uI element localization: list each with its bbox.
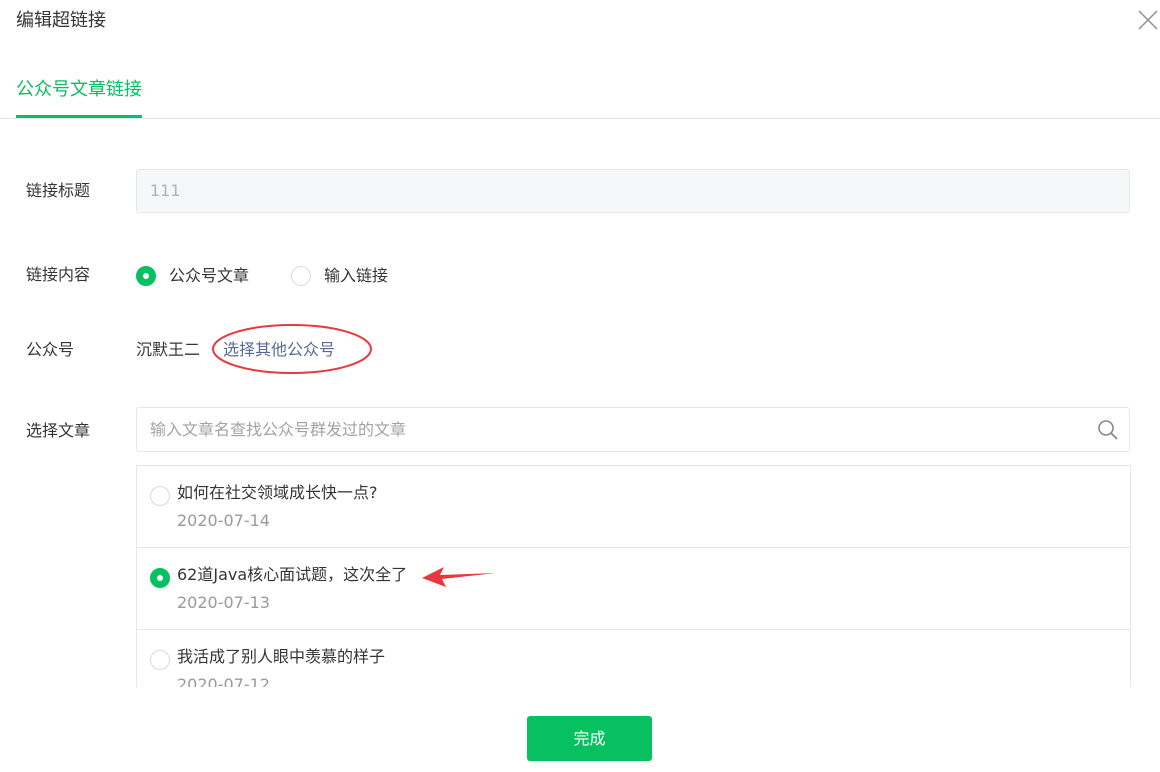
article-item[interactable]: 62道Java核心面试题，这次全了 2020-07-13 — [137, 548, 1130, 630]
link-title-label: 链接标题 — [26, 181, 91, 200]
select-other-account-link[interactable]: 选择其他公众号 — [223, 339, 335, 361]
radio-unchecked-icon — [150, 650, 170, 670]
article-search-box — [136, 407, 1130, 452]
done-button[interactable]: 完成 — [527, 716, 652, 761]
account-label: 公众号 — [26, 340, 75, 359]
article-date: 2020-07-13 — [177, 593, 270, 612]
radio-input-link[interactable]: 输入链接 — [291, 265, 388, 287]
select-article-label: 选择文章 — [26, 421, 91, 440]
radio-label: 公众号文章 — [169, 266, 250, 285]
account-name: 沉默王二 — [136, 340, 201, 359]
article-title: 如何在社交领域成长快一点? — [177, 483, 378, 502]
dialog-title: 编辑超链接 — [16, 10, 106, 31]
close-button[interactable] — [1136, 8, 1160, 32]
tab-article-link[interactable]: 公众号文章链接 — [16, 78, 142, 118]
radio-unchecked-icon — [291, 266, 312, 286]
link-content-radio-group: 公众号文章 输入链接 — [136, 265, 430, 287]
radio-unchecked-icon — [150, 486, 170, 506]
article-title: 我活成了别人眼中羡慕的样子 — [177, 647, 386, 666]
article-list[interactable]: 如何在社交领域成长快一点? 2020-07-14 62道Java核心面试题，这次… — [136, 465, 1131, 687]
article-item[interactable]: 我活成了别人眼中羡慕的样子 2020-07-12 — [137, 630, 1130, 687]
radio-checked-icon — [136, 266, 156, 286]
radio-label: 输入链接 — [324, 266, 389, 285]
article-date: 2020-07-14 — [177, 511, 270, 530]
tab-bar: 公众号文章链接 — [0, 70, 1160, 119]
article-item[interactable]: 如何在社交领域成长快一点? 2020-07-14 — [137, 466, 1130, 548]
link-content-label: 链接内容 — [26, 265, 91, 284]
radio-checked-icon — [150, 568, 170, 588]
article-date: 2020-07-12 — [177, 675, 270, 687]
article-title: 62道Java核心面试题，这次全了 — [177, 565, 408, 584]
search-icon[interactable] — [1097, 419, 1119, 441]
radio-official-article[interactable]: 公众号文章 — [136, 265, 249, 287]
close-icon — [1138, 10, 1158, 30]
article-search-input[interactable] — [137, 408, 1077, 451]
link-title-input[interactable]: 111 — [136, 169, 1130, 213]
